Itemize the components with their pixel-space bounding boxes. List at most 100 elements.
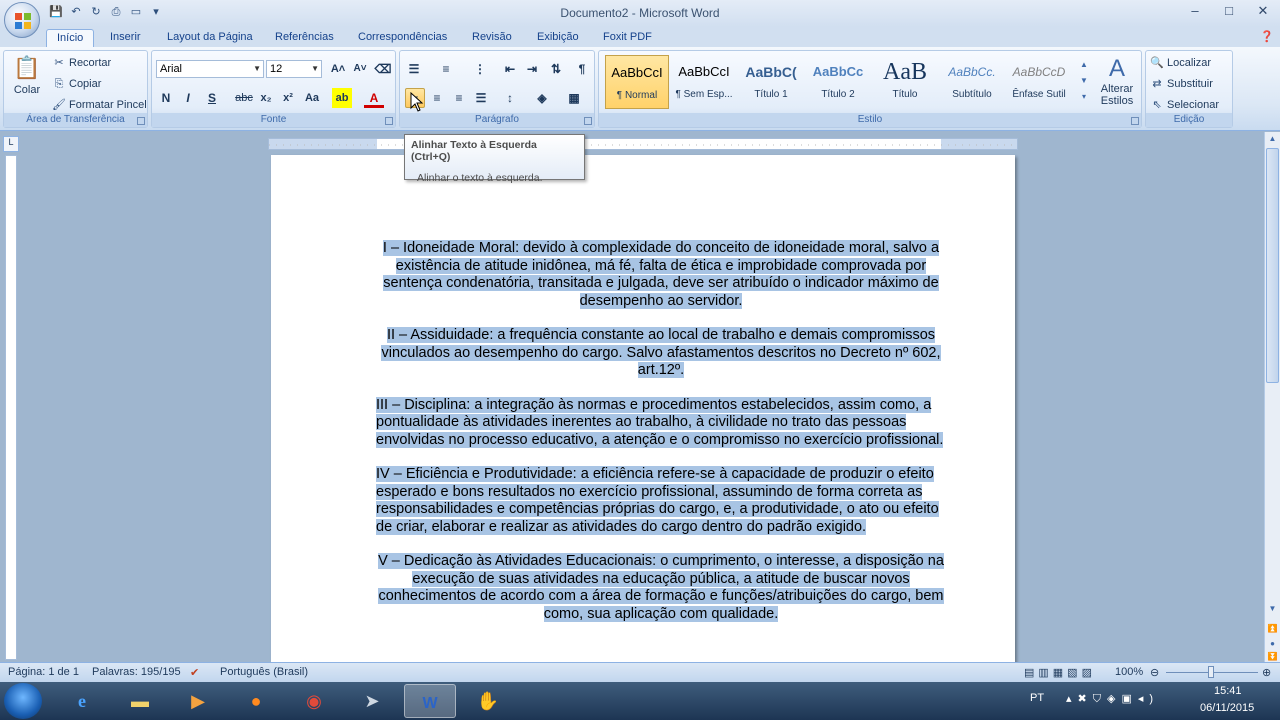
change-styles-button[interactable]: A Alterar Estilos xyxy=(1095,55,1139,107)
decrease-indent-icon[interactable]: ⇤ xyxy=(500,59,520,79)
word-count[interactable]: Palavras: 195/195 xyxy=(92,666,181,678)
vertical-scrollbar[interactable]: ▲ ▼ ⏫ ● ⏬ xyxy=(1264,132,1280,662)
document-page[interactable]: I – Idoneidade Moral: devido à complexid… xyxy=(271,155,1015,665)
zoom-out-icon[interactable]: ⊖ xyxy=(1150,666,1159,679)
superscript-button[interactable]: x² xyxy=(278,88,298,108)
sort-icon[interactable]: ⇅ xyxy=(546,59,566,79)
tray-icons[interactable]: ▴✖⛉◈▣◂) xyxy=(1066,692,1159,706)
page-count[interactable]: Página: 1 de 1 xyxy=(8,666,79,678)
style-subtle-emphasis[interactable]: AaBbCcD Ênfase Sutil xyxy=(1007,55,1071,109)
align-center-icon[interactable]: ≡ xyxy=(427,88,447,108)
close-button[interactable]: ✕ xyxy=(1246,0,1280,22)
minimize-button[interactable]: – xyxy=(1178,0,1212,22)
paste-button[interactable]: 📋 Colar xyxy=(10,55,44,96)
proofing-icon[interactable]: ✔ xyxy=(190,666,199,679)
numbering-icon[interactable]: ≡ xyxy=(436,59,456,79)
multilevel-list-icon[interactable]: ⋮ xyxy=(470,59,490,79)
font-size-combo[interactable]: 12 ▼ xyxy=(266,60,322,78)
format-painter-button[interactable]: 🖌 Formatar Pincel xyxy=(52,98,147,112)
bold-button[interactable]: N xyxy=(156,88,176,108)
zoom-slider-thumb[interactable] xyxy=(1208,666,1214,678)
internet-explorer-icon[interactable]: e xyxy=(56,684,108,718)
style-subtitle[interactable]: AaBbCc. Subtítulo xyxy=(940,55,1004,109)
borders-icon[interactable]: ▦ xyxy=(564,88,584,108)
tab-foxit[interactable]: Foxit PDF xyxy=(593,29,662,47)
dialog-launcher-icon[interactable] xyxy=(385,117,393,125)
language-status[interactable]: Português (Brasil) xyxy=(220,666,308,678)
zoom-in-icon[interactable]: ⊕ xyxy=(1262,666,1271,679)
increase-indent-icon[interactable]: ⇥ xyxy=(522,59,542,79)
justify-icon[interactable]: ☰ xyxy=(471,88,491,108)
show-marks-icon[interactable]: ¶ xyxy=(572,59,592,79)
media-player-icon[interactable]: ▶ xyxy=(172,684,224,718)
tab-selector[interactable]: L xyxy=(3,136,19,152)
clear-format-icon[interactable]: ⌫ xyxy=(373,59,393,79)
style-no-spacing[interactable]: AaBbCcI ¶ Sem Esp... xyxy=(672,55,736,109)
tab-revisao[interactable]: Revisão xyxy=(462,29,522,47)
underline-button[interactable]: S xyxy=(202,88,222,108)
document-body[interactable]: I – Idoneidade Moral: devido à complexid… xyxy=(376,240,946,640)
strikethrough-button[interactable]: abc xyxy=(234,88,254,108)
subscript-button[interactable]: x₂ xyxy=(256,88,276,108)
zoom-level[interactable]: 100% xyxy=(1115,666,1143,678)
bullets-icon[interactable]: ☰ xyxy=(404,59,424,79)
tab-exibicao[interactable]: Exibição xyxy=(527,29,589,47)
scroll-down-icon[interactable]: ▼ xyxy=(1266,602,1279,616)
clock-time[interactable]: 15:41 xyxy=(1214,685,1242,697)
align-right-icon[interactable]: ≡ xyxy=(449,88,469,108)
find-button[interactable]: 🔍 Localizar xyxy=(1150,56,1211,70)
paragraph-2[interactable]: II – Assiduidade: a frequência constante… xyxy=(376,327,946,380)
select-button[interactable]: ⇖ Selecionar xyxy=(1150,98,1219,112)
paragraph-4[interactable]: IV – Eficiência e Produtividade: a efici… xyxy=(376,466,946,536)
tab-correspondencias[interactable]: Correspondências xyxy=(348,29,457,47)
tab-inicio[interactable]: Início xyxy=(46,29,95,47)
firefox-icon[interactable]: ● xyxy=(230,684,282,718)
prev-page-icon[interactable]: ⏫ xyxy=(1266,622,1279,636)
shading-icon[interactable]: ◈ xyxy=(532,88,552,108)
font-family-combo[interactable]: Arial ▼ xyxy=(156,60,264,78)
clock-date[interactable]: 06/11/2015 xyxy=(1200,702,1254,714)
editing-group: 🔍 Localizar ⇄ Substituir ⇖ Selecionar Ediçã… xyxy=(1145,50,1233,128)
scroll-thumb[interactable] xyxy=(1266,148,1279,383)
explorer-icon[interactable]: ▬ xyxy=(114,684,166,718)
browse-object-icon[interactable]: ● xyxy=(1266,637,1279,651)
grow-font-button[interactable]: A˄ xyxy=(328,59,348,79)
styles-group: AaBbCcI ¶ Normal AaBbCcI ¶ Sem Esp... AaBb… xyxy=(598,50,1142,128)
copy-button[interactable]: ⎘ Copiar xyxy=(52,77,102,91)
style-heading-1[interactable]: AaBbC(Título 1 xyxy=(739,55,803,109)
font-color-icon[interactable]: A xyxy=(364,88,384,108)
recorder-icon[interactable]: ✋ xyxy=(462,684,514,718)
start-button[interactable] xyxy=(4,683,42,719)
style-title[interactable]: AaB Título xyxy=(873,55,937,109)
paragraph-3[interactable]: III – Disciplina: a integração às normas… xyxy=(376,396,946,450)
maximize-button[interactable]: □ xyxy=(1212,0,1246,22)
tab-inserir[interactable]: Inserir xyxy=(100,29,151,47)
italic-button[interactable]: I xyxy=(178,88,198,108)
styles-scroll[interactable]: ▲ ▼ ▾ xyxy=(1077,57,1091,107)
vertical-ruler[interactable] xyxy=(5,155,17,660)
dialog-launcher-icon[interactable] xyxy=(1131,117,1139,125)
style-normal[interactable]: AaBbCcI ¶ Normal xyxy=(605,55,669,109)
language-indicator[interactable]: PT xyxy=(1030,692,1044,704)
paragraph-5[interactable]: V – Dedicação às Atividades Educacionais… xyxy=(376,553,946,623)
chrome-icon[interactable]: ◉ xyxy=(288,684,340,718)
tab-layout[interactable]: Layout da Página xyxy=(157,29,263,47)
paragraph-1[interactable]: I – Idoneidade Moral: devido à complexid… xyxy=(376,240,946,310)
shrink-font-button[interactable]: A˅ xyxy=(350,59,370,79)
dialog-launcher-icon[interactable] xyxy=(137,117,145,125)
horizontal-ruler[interactable] xyxy=(268,138,1018,150)
line-spacing-icon[interactable]: ↕ xyxy=(500,88,520,108)
replace-button[interactable]: ⇄ Substituir xyxy=(1150,77,1212,91)
view-buttons[interactable]: ▤▥▦▧▨ xyxy=(1024,666,1096,679)
help-icon[interactable]: ❓ xyxy=(1260,30,1274,44)
style-heading-2[interactable]: AaBbCc Título 2 xyxy=(806,55,870,109)
cut-button[interactable]: ✂ Recortar xyxy=(52,56,111,70)
office-button[interactable] xyxy=(4,2,40,38)
app-icon[interactable]: ➤ xyxy=(346,684,398,718)
word-taskbar-icon[interactable]: W xyxy=(404,684,456,718)
dialog-launcher-icon[interactable] xyxy=(584,117,592,125)
change-case-button[interactable]: Aa xyxy=(302,88,322,108)
tab-referencias[interactable]: Referências xyxy=(265,29,344,47)
highlight-icon[interactable]: ab xyxy=(332,88,352,108)
scroll-up-icon[interactable]: ▲ xyxy=(1266,132,1279,146)
